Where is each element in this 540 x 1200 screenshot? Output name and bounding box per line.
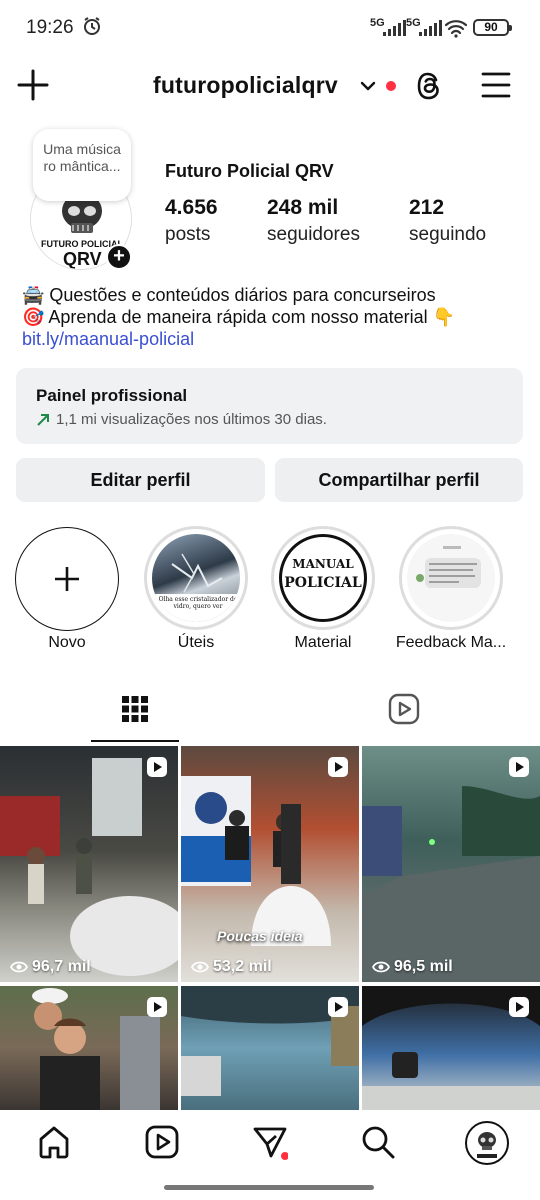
eye-icon: [10, 961, 28, 973]
reel-badge-icon: [328, 997, 348, 1017]
signal-icon-1: [383, 20, 406, 36]
post-tile-6[interactable]: [362, 986, 540, 1110]
profile-username[interactable]: futuropolicialqrv: [153, 72, 338, 99]
bio-line-1: 🚔 Questões e conteúdos diários para conc…: [22, 285, 436, 305]
posts-label: posts: [165, 224, 211, 245]
chat-screenshot-image: [416, 546, 481, 588]
highlight-cover-line-1: MANUAL: [292, 557, 354, 571]
followers-label[interactable]: seguidores: [267, 224, 360, 246]
system-home-indicator[interactable]: [164, 1185, 374, 1190]
post-tile-1[interactable]: 96,7 mil: [0, 746, 178, 982]
wifi-icon: [444, 20, 468, 38]
panel-subtitle-row: 1,1 mi visualizações nos últimos 30 dias…: [36, 411, 503, 428]
active-tab-indicator: [91, 740, 179, 742]
posts-count: 4.656: [165, 196, 218, 219]
highlight-label-new: Novo: [48, 634, 86, 651]
post-views-1: 96,7 mil: [10, 958, 91, 976]
chevron-down-icon[interactable]: [360, 79, 376, 93]
post-views-count-1: 96,7 mil: [32, 958, 91, 975]
avatar-text-2: QRV: [63, 249, 102, 269]
status-time: 19:26: [26, 17, 74, 38]
trend-up-icon: [37, 413, 49, 426]
profile-note-bubble[interactable]: Uma música ro mântica...: [33, 129, 131, 201]
post-views-3: 96,5 mil: [372, 958, 453, 976]
post-tile-2[interactable]: Poucas ideia 53,2 mil: [181, 746, 359, 982]
bio-link[interactable]: bit.ly/maanual-policial: [22, 329, 194, 349]
bio-line-2: 🎯 Aprenda de maneira rápida com nosso ma…: [22, 307, 456, 327]
post-views-2: 53,2 mil: [191, 958, 272, 976]
plus-icon: [55, 567, 79, 591]
post-image-1: [0, 758, 178, 976]
highlight-label-feedback: Feedback Ma...: [395, 634, 507, 651]
highlight-label-material: Material: [294, 634, 352, 651]
profile-nav-avatar[interactable]: [465, 1121, 509, 1165]
reels-tab-icon[interactable]: [388, 693, 420, 725]
post-overlay-text-2: Poucas ideia: [217, 928, 303, 944]
status-bar: 19:26 5G 5G 90: [0, 0, 540, 56]
send-message-icon[interactable]: [252, 1124, 288, 1160]
signal-icon-2: [419, 20, 442, 36]
following-label[interactable]: seguindo: [409, 224, 486, 246]
profile-bio: 🚔 Questões e conteúdos diários para conc…: [22, 284, 522, 350]
highlight-material[interactable]: MANUAL POLICIAL: [271, 526, 375, 630]
highlight-label-uteis: Úteis: [177, 634, 215, 651]
threads-icon[interactable]: [414, 70, 444, 102]
create-plus-icon[interactable]: [16, 68, 50, 102]
highlight-feedback[interactable]: [399, 526, 503, 630]
post-tile-4[interactable]: [0, 986, 178, 1110]
professional-dashboard[interactable]: Painel profissional 1,1 mi visualizações…: [16, 368, 523, 444]
profile-full-name: Futuro Policial QRV: [165, 161, 334, 181]
highlight-cover-line-2: POLICIAL: [284, 575, 362, 591]
grid-tab-icon[interactable]: [120, 694, 150, 724]
edit-profile-button[interactable]: Editar perfil: [16, 458, 265, 502]
share-profile-button[interactable]: Compartilhar perfil: [275, 458, 523, 502]
alarm-icon: [84, 17, 100, 35]
reel-badge-icon: [509, 757, 529, 777]
menu-icon[interactable]: [481, 71, 511, 99]
reel-badge-icon: [147, 757, 167, 777]
reel-badge-icon: [147, 997, 167, 1017]
followers-count[interactable]: 248 mil: [267, 196, 338, 220]
panel-title: Painel profissional: [36, 386, 188, 405]
panel-subtitle: 1,1 mi visualizações nos últimos 30 dias…: [56, 411, 327, 428]
post-image-3: [362, 786, 540, 982]
reel-badge-icon: [509, 997, 529, 1017]
battery-indicator: 90: [473, 19, 512, 36]
skull-logo-icon: [477, 1132, 497, 1158]
add-story-button[interactable]: +: [106, 244, 132, 270]
post-views-count-3: 96,5 mil: [394, 958, 453, 975]
highlight-caption: Olha esse cristalizador de vidro, quero …: [158, 596, 238, 610]
search-icon[interactable]: [360, 1124, 396, 1160]
post-tile-5[interactable]: [181, 986, 359, 1110]
eye-icon: [372, 961, 390, 973]
post-tile-3[interactable]: 96,5 mil: [362, 746, 540, 982]
reels-icon[interactable]: [144, 1124, 180, 1160]
eye-icon: [191, 961, 209, 973]
notification-dot: [386, 81, 396, 91]
highlight-uteis[interactable]: Olha esse cristalizador de vidro, quero …: [144, 526, 248, 630]
highlight-new[interactable]: [15, 527, 119, 631]
following-count[interactable]: 212: [409, 196, 444, 220]
home-icon[interactable]: [36, 1124, 72, 1160]
post-image-2: [181, 776, 331, 946]
post-views-count-2: 53,2 mil: [213, 958, 272, 975]
reel-badge-icon: [328, 757, 348, 777]
